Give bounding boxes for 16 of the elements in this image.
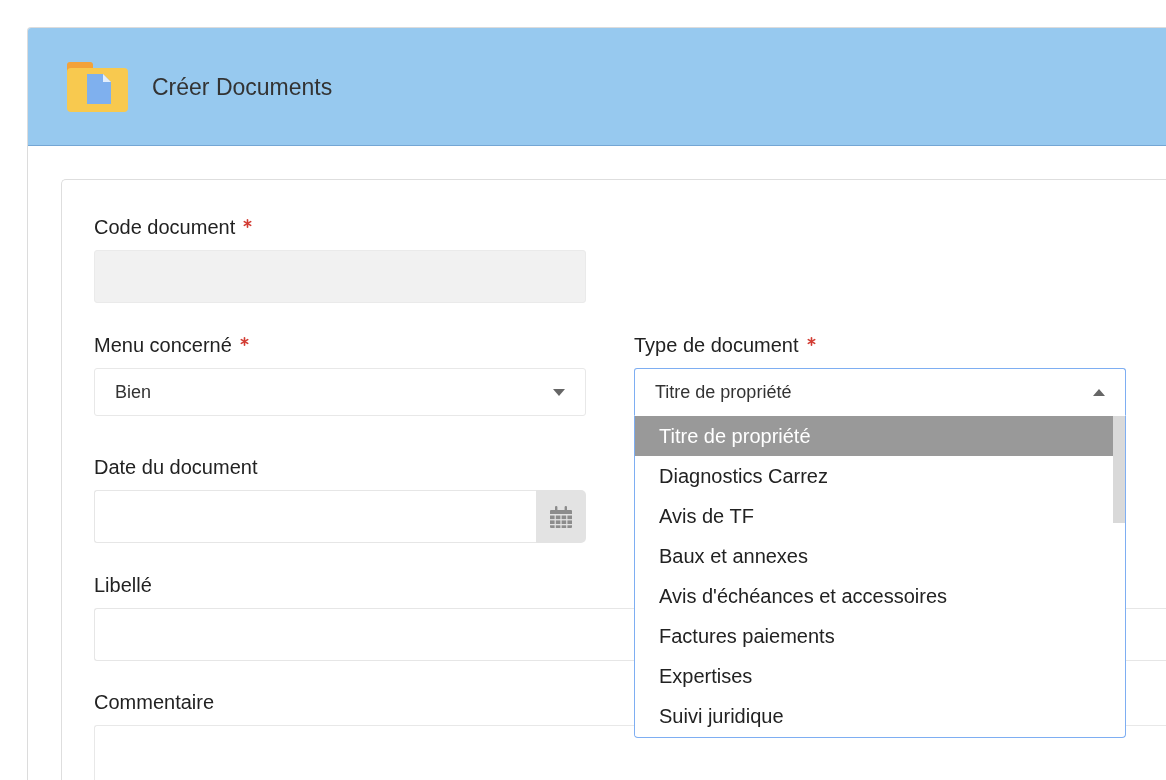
field-label: Menu concerné — [94, 334, 232, 356]
scrollbar-thumb[interactable] — [1113, 416, 1125, 523]
caret-up-icon — [1093, 388, 1105, 396]
date-field[interactable] — [94, 490, 536, 543]
select-field[interactable]: Titre de propriété — [634, 368, 1126, 416]
field-label: Libellé — [94, 574, 152, 596]
field-label: Type de document — [634, 334, 799, 356]
calendar-button[interactable] — [536, 490, 586, 543]
calendar-icon — [550, 505, 572, 528]
field-label: Commentaire — [94, 691, 215, 713]
field-label: Date du document — [94, 456, 258, 478]
field-label: Code document — [94, 216, 236, 238]
window-title: Créer Documents — [152, 72, 333, 101]
select-field[interactable]: Bien — [94, 368, 586, 416]
caret-down-icon — [553, 388, 565, 396]
folder-document-icon — [67, 61, 128, 112]
